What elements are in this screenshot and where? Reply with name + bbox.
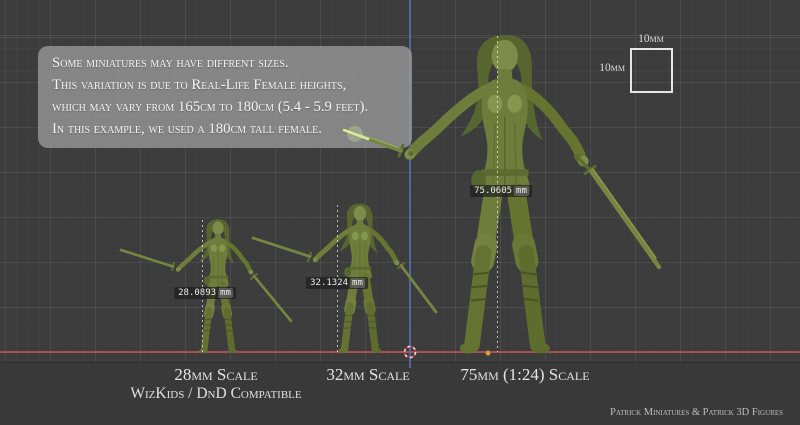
measure-unit: mm xyxy=(514,186,529,196)
measure-label-32mm: 32.1324mm xyxy=(306,277,368,289)
measure-value: 32.1324 xyxy=(310,278,348,288)
measure-value: 28.0893 xyxy=(178,288,216,298)
measure-label-28mm: 28.0893mm xyxy=(174,287,236,299)
origin-dot xyxy=(485,350,490,355)
miniature-figures-layer xyxy=(0,0,800,425)
measure-line-28mm xyxy=(202,220,203,352)
measure-unit: mm xyxy=(218,288,233,298)
measure-unit: mm xyxy=(350,278,365,288)
measure-label-75mm: 75.0605mm xyxy=(470,185,532,197)
measure-value: 75.0605 xyxy=(474,186,512,196)
3d-cursor-icon xyxy=(405,347,416,358)
blender-viewport[interactable]: Some miniatures may have diffrent sizes.… xyxy=(0,0,800,425)
